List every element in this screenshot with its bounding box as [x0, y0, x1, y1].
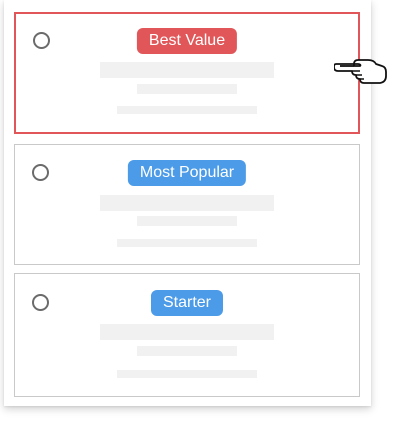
plan-title-placeholder: [100, 195, 274, 211]
plan-radio-starter[interactable]: [32, 294, 49, 311]
plan-description-placeholder: [117, 370, 257, 378]
plan-price-placeholder: [137, 346, 237, 356]
best-value-badge: Best Value: [136, 28, 238, 54]
pointing-hand-icon: [334, 59, 387, 84]
plan-card-most-popular[interactable]: Most Popular: [14, 144, 360, 265]
plan-title-placeholder: [100, 62, 274, 78]
plan-radio-best-value[interactable]: [33, 32, 50, 49]
plan-radio-most-popular[interactable]: [32, 164, 49, 181]
starter-badge: Starter: [150, 290, 224, 316]
plan-description-placeholder: [117, 239, 257, 247]
plan-card-best-value[interactable]: Best Value: [14, 12, 360, 134]
plan-title-placeholder: [100, 324, 274, 340]
plan-card-starter[interactable]: Starter: [14, 273, 360, 397]
plan-description-placeholder: [117, 106, 257, 114]
plan-price-placeholder: [137, 216, 237, 226]
plan-price-placeholder: [137, 84, 237, 94]
most-popular-badge: Most Popular: [127, 160, 247, 186]
plan-selection-panel: Best Value Most Popular Starter: [4, 0, 371, 406]
